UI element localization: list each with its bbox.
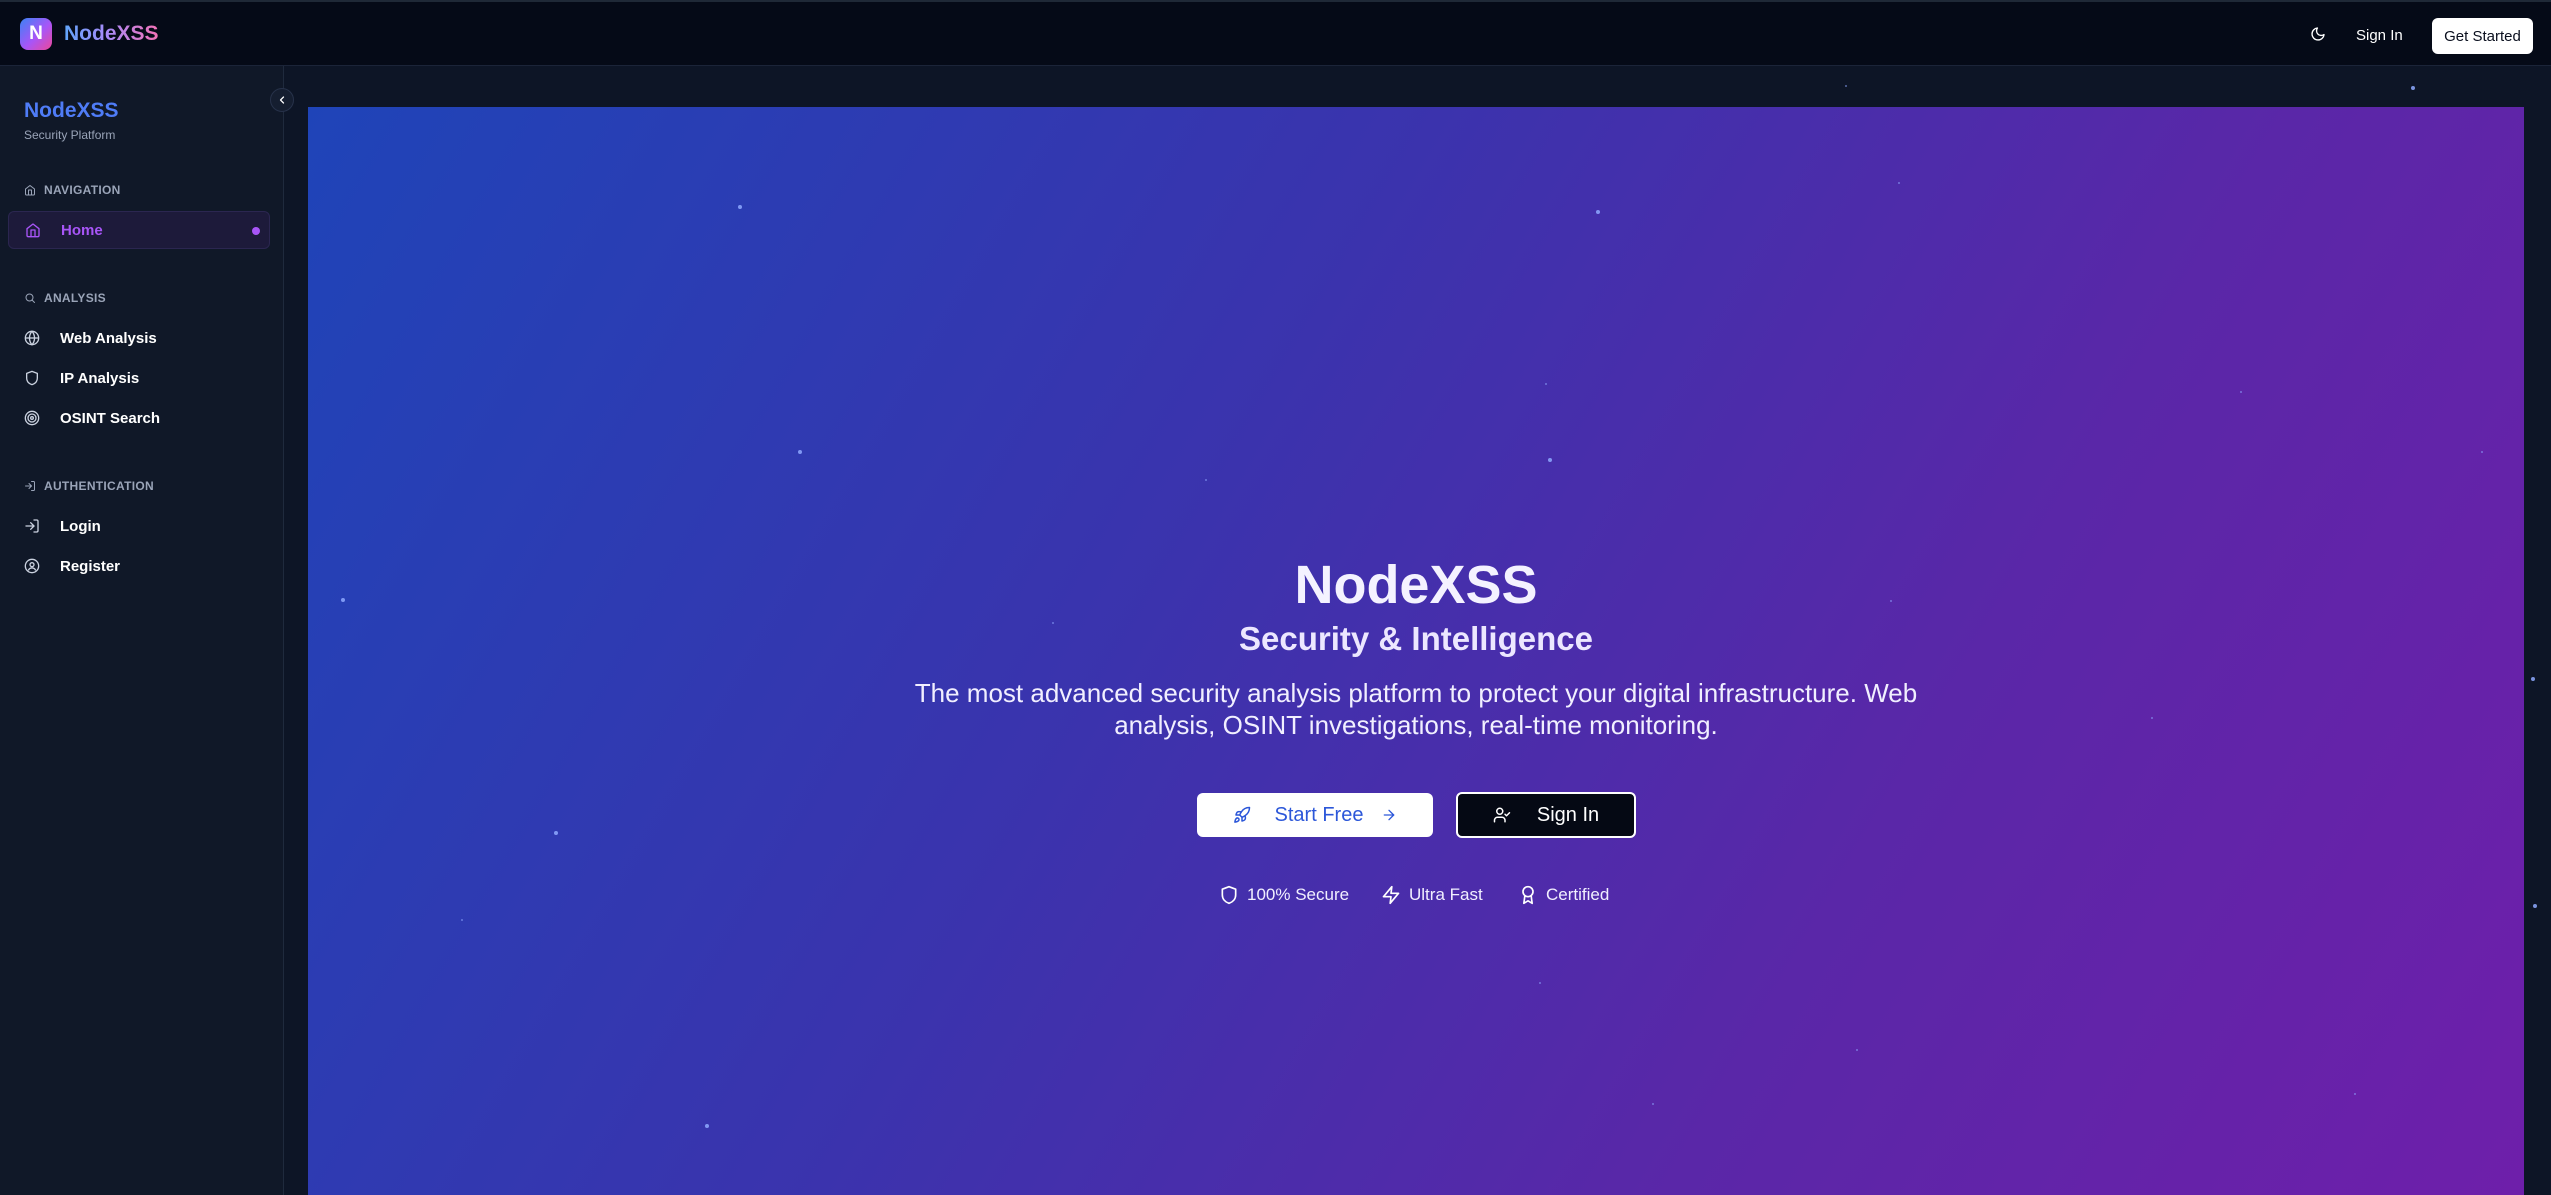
star-decoration bbox=[798, 450, 802, 454]
hero-title: NodeXSS bbox=[1294, 555, 1538, 615]
user-check-icon bbox=[1493, 807, 1511, 823]
star-decoration bbox=[461, 919, 463, 921]
globe-icon bbox=[24, 330, 40, 346]
start-free-button[interactable]: Start Free bbox=[1197, 793, 1433, 837]
logo-icon: N bbox=[20, 18, 52, 50]
search-icon bbox=[25, 293, 35, 303]
sidebar-item-label: Register bbox=[60, 557, 121, 575]
star-decoration bbox=[1898, 182, 1900, 184]
sidebar-item-label: Home bbox=[61, 221, 103, 239]
sign-in-link[interactable]: Sign In bbox=[2356, 22, 2403, 48]
lightning-icon bbox=[1382, 885, 1400, 905]
shield-icon bbox=[24, 370, 40, 386]
star-decoration bbox=[1652, 1103, 1654, 1105]
section-navigation: NAVIGATION bbox=[24, 183, 121, 197]
star-decoration bbox=[1545, 383, 1547, 385]
sidebar-item-ip-analysis[interactable]: IP Analysis bbox=[8, 359, 270, 397]
login-icon bbox=[25, 481, 35, 491]
sidebar-subtitle: Security Platform bbox=[24, 128, 116, 142]
badge-fast: Ultra Fast bbox=[1381, 882, 1483, 908]
hero-description: The most advanced security analysis plat… bbox=[914, 678, 1918, 740]
sidebar-item-web-analysis[interactable]: Web Analysis bbox=[8, 319, 270, 357]
star-decoration bbox=[2354, 1093, 2356, 1095]
login-icon bbox=[24, 518, 40, 534]
radar-icon bbox=[24, 410, 40, 426]
chevron-left-icon[interactable] bbox=[270, 88, 294, 112]
hero-subtitle: Security & Intelligence bbox=[1239, 620, 1593, 657]
section-analysis: ANALYSIS bbox=[24, 291, 106, 305]
sidebar-title: NodeXSS bbox=[24, 99, 119, 122]
star-decoration bbox=[554, 831, 558, 835]
rocket-icon bbox=[1233, 806, 1250, 823]
star-decoration bbox=[1856, 1049, 1858, 1051]
sidebar-item-osint-search[interactable]: OSINT Search bbox=[8, 399, 270, 437]
badge-certified: Certified bbox=[1518, 882, 1609, 908]
brand-name: NodeXSS bbox=[64, 22, 159, 45]
award-icon bbox=[1522, 885, 1534, 905]
star-decoration bbox=[2411, 86, 2415, 90]
moon-icon[interactable] bbox=[2306, 22, 2330, 46]
star-decoration bbox=[2481, 451, 2483, 453]
top-navbar: N NodeXSS Sign In Get Started bbox=[0, 0, 2551, 66]
active-indicator-dot bbox=[252, 227, 260, 235]
star-decoration bbox=[2531, 677, 2535, 681]
sidebar-item-home[interactable]: Home bbox=[8, 211, 270, 249]
star-decoration bbox=[2240, 391, 2242, 393]
star-decoration bbox=[705, 1124, 709, 1128]
star-decoration bbox=[1539, 982, 1541, 984]
sidebar-item-label: IP Analysis bbox=[60, 369, 140, 387]
sidebar-item-label: OSINT Search bbox=[60, 409, 161, 427]
sidebar-item-register[interactable]: Register bbox=[8, 547, 270, 585]
badge-secure: 100% Secure bbox=[1219, 882, 1349, 908]
section-authentication: AUTHENTICATION bbox=[24, 479, 154, 493]
star-decoration bbox=[1205, 479, 1207, 481]
home-icon bbox=[25, 185, 35, 196]
get-started-button[interactable]: Get Started bbox=[2432, 18, 2533, 54]
home-icon bbox=[25, 222, 41, 238]
star-decoration bbox=[1596, 210, 1600, 214]
user-circle-icon bbox=[24, 558, 40, 574]
shield-icon bbox=[1221, 885, 1237, 905]
brand-logo-link[interactable]: N NodeXSS bbox=[20, 18, 159, 50]
sidebar-item-label: Web Analysis bbox=[60, 329, 157, 347]
arrow-right-icon bbox=[1384, 809, 1395, 821]
hero-sign-in-button[interactable]: Sign In bbox=[1456, 792, 1636, 838]
sidebar-item-login[interactable]: Login bbox=[8, 507, 270, 545]
star-decoration bbox=[2151, 717, 2153, 719]
star-decoration bbox=[2533, 904, 2537, 908]
star-decoration bbox=[1845, 85, 1847, 87]
hero-section: NodeXSS Security & Intelligence The most… bbox=[308, 107, 2524, 1195]
sidebar-item-label: Login bbox=[60, 517, 101, 535]
star-decoration bbox=[1548, 458, 1552, 462]
hero-sign-in-label: Sign In bbox=[1536, 803, 1600, 826]
star-decoration bbox=[738, 205, 742, 209]
start-free-label: Start Free bbox=[1274, 803, 1364, 826]
